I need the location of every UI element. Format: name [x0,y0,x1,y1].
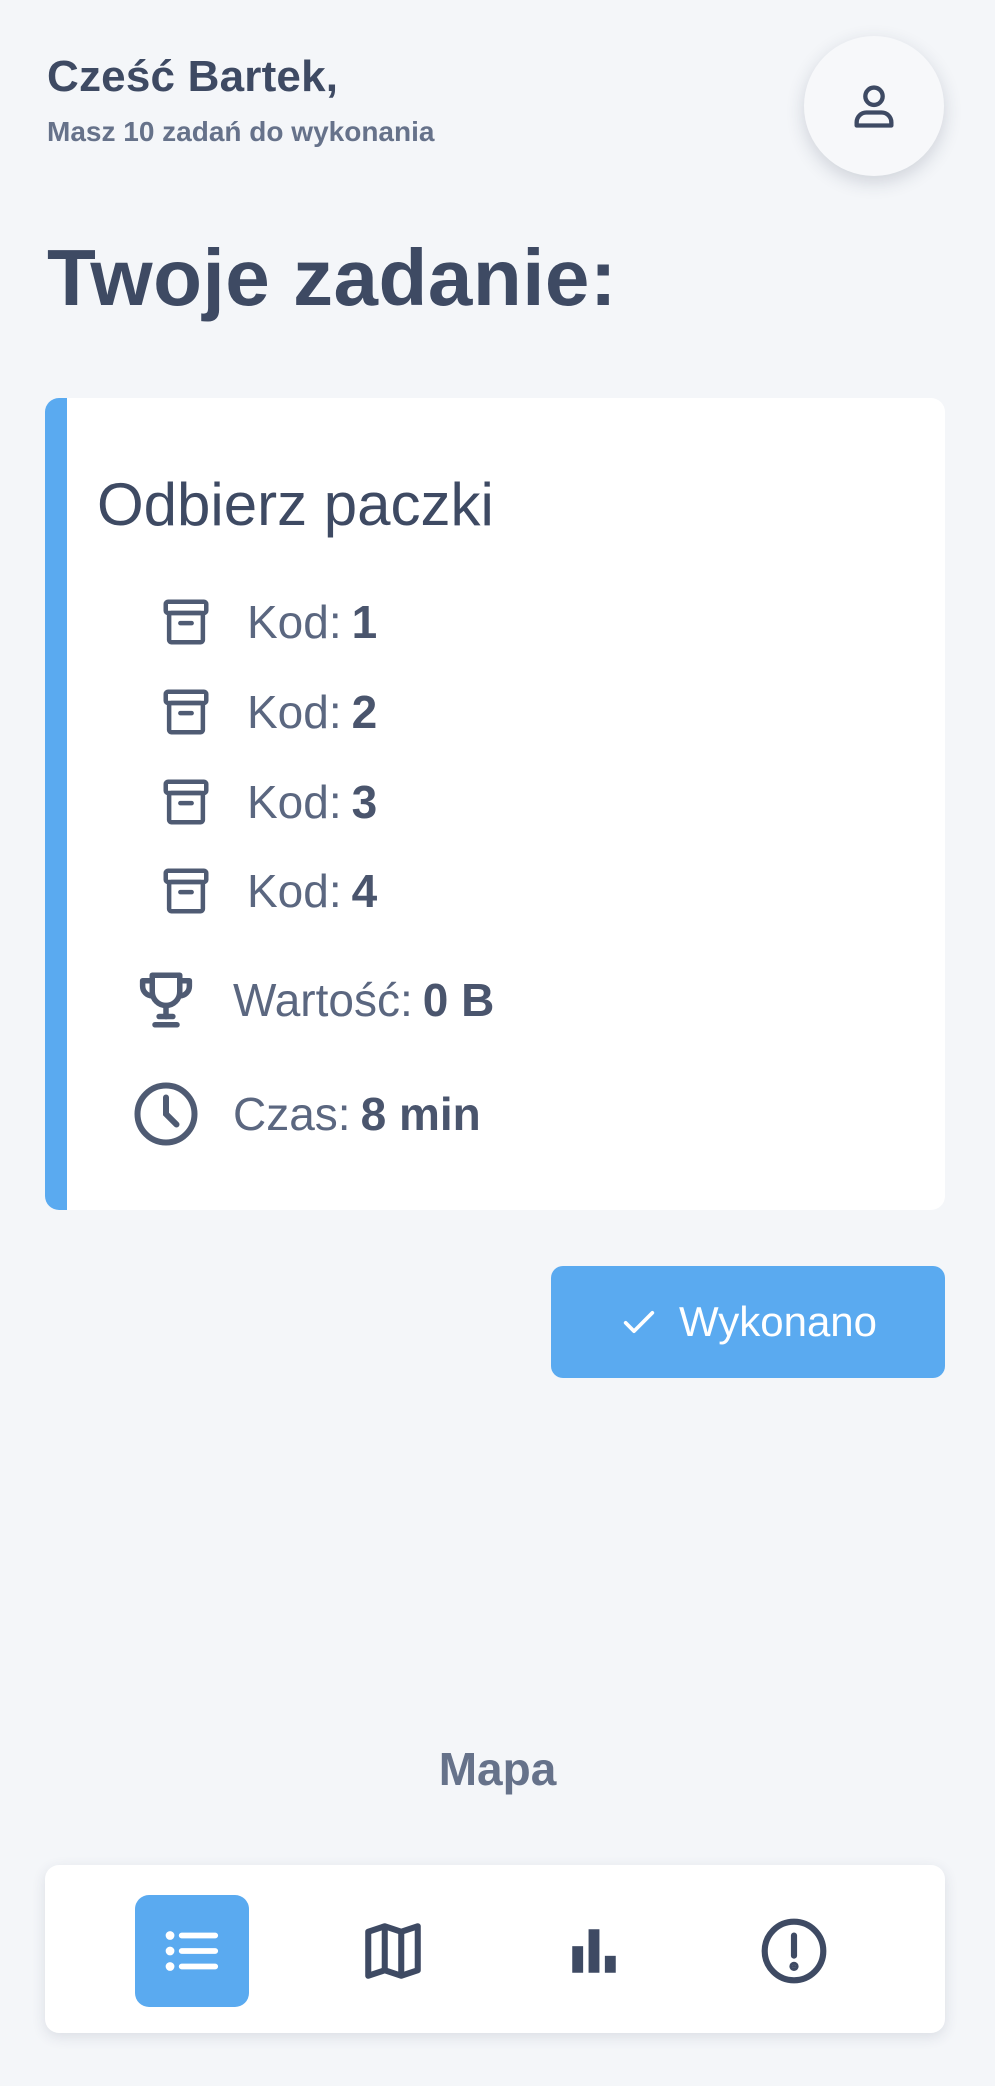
code-value: 3 [351,776,378,828]
nav-tasks[interactable] [135,1895,249,2007]
greeting-title: Cześć Bartek, [47,52,339,101]
code-row-3: Kod: 3 [157,767,377,837]
section-title: Twoje zadanie: [47,233,618,322]
page: Cześć Bartek, Masz 10 zadań do wykonania… [0,0,995,2086]
trophy-icon [129,963,203,1037]
time-amount: 8 min [360,1088,481,1140]
code-value: 2 [351,686,378,738]
map-icon [365,1923,421,1979]
code-value: 1 [351,596,378,648]
value-label: Wartość: [233,974,413,1026]
profile-button[interactable] [804,36,944,176]
time-label: Czas: [233,1088,351,1140]
code-row-4: Kod: 4 [157,856,377,926]
greeting: Cześć Bartek, Masz 10 zadań do wykonania [47,52,434,148]
task-time-row: Czas: 8 min [129,1074,481,1154]
archive-box-icon [157,861,215,921]
map-label: Mapa [438,1743,557,1795]
code-label: Kod: [247,776,342,828]
archive-box-icon [157,682,215,742]
code-label: Kod: [247,865,342,917]
code-row-2: Kod: 2 [157,677,377,747]
archive-box-icon [157,592,215,652]
nav-map[interactable] [336,1895,450,2007]
alert-circle-icon [761,1918,827,1984]
code-label: Kod: [247,686,342,738]
bottom-nav [45,1865,945,2033]
value-amount: 0 B [422,974,495,1026]
nav-alerts[interactable] [737,1895,851,2007]
archive-box-icon [157,772,215,832]
task-count-subtitle: Masz 10 zadań do wykonania [47,116,435,147]
list-icon [165,1931,219,1971]
code-label: Kod: [247,596,342,648]
task-value-row: Wartość: 0 B [129,960,494,1040]
task-title: Odbierz paczki [97,471,494,538]
task-card-accent [45,398,67,1210]
bar-chart-icon [572,1929,616,1973]
check-icon [619,1302,659,1342]
code-row-1: Kod: 1 [157,587,377,657]
done-button-label: Wykonano [678,1298,878,1345]
clock-icon [129,1077,203,1151]
user-icon [854,85,894,128]
nav-stats[interactable] [537,1895,651,2007]
done-button[interactable]: Wykonano [551,1266,945,1378]
code-value: 4 [351,865,378,917]
